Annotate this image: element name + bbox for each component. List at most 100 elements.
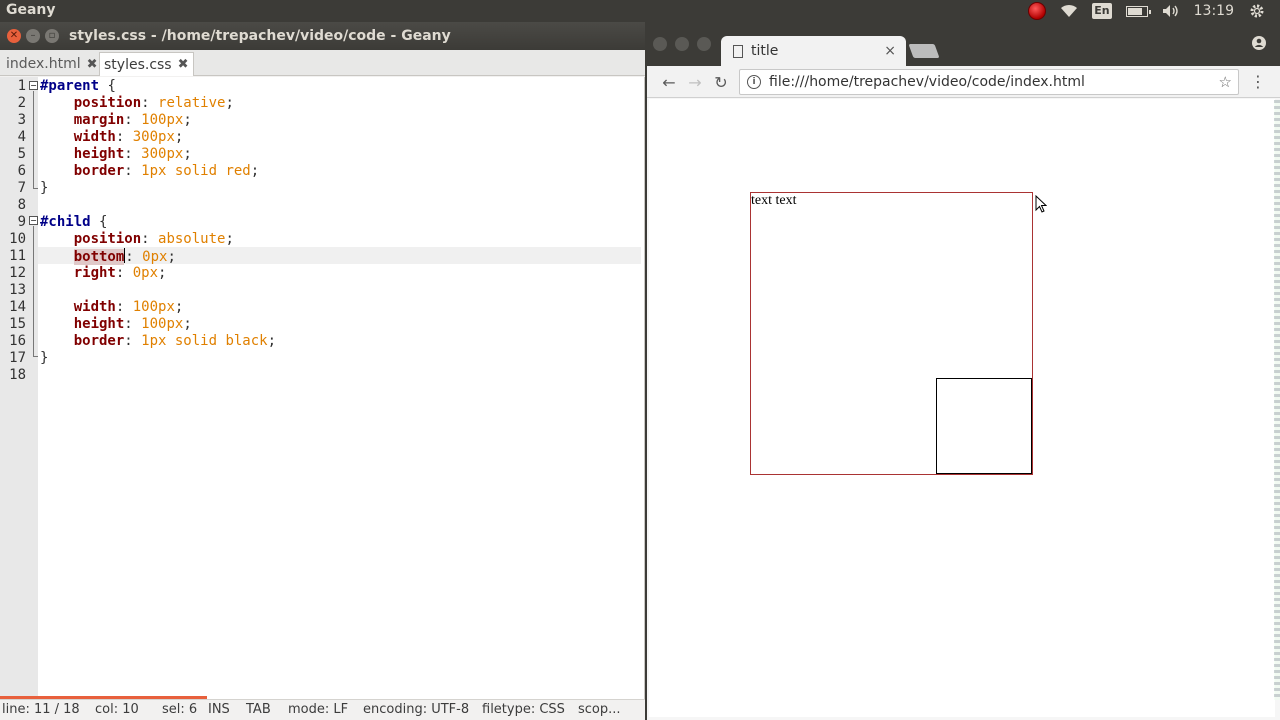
- line-number: 13: [9, 282, 26, 298]
- close-window-button[interactable]: ✕: [7, 29, 21, 43]
- fold-guide: [33, 226, 34, 356]
- css-value: relative: [158, 95, 226, 111]
- tab-label: styles.css: [104, 56, 172, 73]
- code-line[interactable]: #child {: [40, 214, 107, 231]
- close-window-button[interactable]: [653, 37, 667, 51]
- maximize-window-button[interactable]: [697, 37, 711, 51]
- code-line[interactable]: height: 100px;: [40, 316, 192, 333]
- status-scope: scop...: [578, 702, 621, 717]
- status-filetype: filetype: CSS: [482, 702, 565, 717]
- code-line[interactable]: margin: 100px;: [40, 112, 192, 129]
- status-sel: sel: 6: [162, 702, 198, 717]
- close-tab-icon[interactable]: ✖: [87, 57, 98, 72]
- css-punctuation: }: [40, 180, 49, 196]
- address-bar-url: file:///home/trepachev/video/code/index.…: [769, 74, 1085, 90]
- css-selector: #child: [40, 214, 91, 230]
- volume-icon[interactable]: [1162, 2, 1180, 20]
- status-mode: mode: LF: [288, 702, 349, 717]
- code-line[interactable]: width: 100px;: [40, 299, 184, 316]
- line-number: 4: [17, 129, 26, 145]
- battery-icon[interactable]: [1125, 5, 1151, 17]
- code-line[interactable]: }: [40, 180, 48, 197]
- line-number: 10: [9, 231, 26, 247]
- line-number: 1: [17, 78, 26, 94]
- code-line[interactable]: position: absolute;: [40, 231, 234, 248]
- minimize-window-button[interactable]: [675, 37, 689, 51]
- new-tab-button[interactable]: [908, 44, 940, 58]
- line-number: 11: [9, 248, 26, 264]
- line-number: 18: [9, 367, 26, 383]
- code-line[interactable]: #parent {: [40, 78, 116, 95]
- css-property: width: [73, 299, 116, 315]
- fold-toggle-icon[interactable]: −: [29, 216, 38, 225]
- css-value: 100px: [132, 299, 175, 315]
- line-number: 17: [9, 350, 26, 366]
- bookmark-star-icon[interactable]: ☆: [1219, 73, 1232, 91]
- css-property: border: [73, 333, 125, 349]
- code-line[interactable]: }: [40, 350, 48, 367]
- gear-icon[interactable]: [1248, 2, 1266, 20]
- profile-icon[interactable]: [1252, 36, 1266, 50]
- status-encoding: encoding: UTF-8: [363, 702, 470, 717]
- page-viewport[interactable]: text text: [649, 99, 1275, 717]
- line-number: 7: [17, 180, 26, 196]
- keyboard-layout-indicator[interactable]: En: [1092, 3, 1112, 19]
- browser-toolbar: ← → ↻ i file:///home/trepachev/video/cod…: [647, 66, 1280, 98]
- line-number: 9: [17, 214, 26, 230]
- css-property: right: [73, 265, 116, 281]
- css-punctuation: {: [90, 214, 108, 230]
- code-line[interactable]: right: 0px;: [40, 265, 167, 282]
- wifi-icon[interactable]: [1060, 2, 1078, 20]
- app-name: Geany: [6, 2, 56, 18]
- browser-menu-icon[interactable]: ⋮: [1250, 72, 1266, 91]
- progress-bar: [0, 696, 207, 699]
- code-line[interactable]: width: 300px;: [40, 129, 184, 146]
- minimize-window-button[interactable]: –: [26, 29, 40, 43]
- back-icon[interactable]: ←: [658, 71, 680, 93]
- css-punctuation: {: [99, 78, 116, 94]
- tab-index-html[interactable]: index.html ✖: [2, 52, 102, 76]
- css-value: 300px: [141, 146, 184, 162]
- system-tray: En 13:19: [1028, 0, 1280, 22]
- css-value: 1px solid black: [141, 333, 268, 349]
- close-tab-icon[interactable]: ✖: [178, 57, 189, 72]
- fold-toggle-icon[interactable]: −: [29, 81, 38, 90]
- css-value: 0px: [132, 265, 159, 281]
- line-number: 12: [9, 265, 26, 281]
- status-ins: INS: [208, 702, 230, 717]
- geany-titlebar[interactable]: ✕ – ▫ styles.css - /home/trepachev/video…: [0, 22, 645, 50]
- css-value: 1px solid red: [141, 163, 251, 179]
- tab-label: index.html: [6, 56, 81, 72]
- info-icon[interactable]: i: [747, 75, 761, 89]
- status-bar: line: 11 / 18 col: 10 sel: 6 INS TAB mod…: [0, 696, 645, 720]
- record-icon[interactable]: [1028, 2, 1047, 20]
- css-value: absolute: [158, 231, 226, 247]
- code-line[interactable]: border: 1px solid black;: [40, 333, 276, 350]
- close-tab-icon[interactable]: ×: [884, 43, 896, 59]
- address-bar[interactable]: i file:///home/trepachev/video/code/inde…: [739, 69, 1239, 95]
- parent-text: text text: [751, 193, 797, 208]
- child-box: [936, 378, 1032, 474]
- parent-box: text text: [750, 192, 1033, 475]
- code-line[interactable]: position: relative;: [40, 95, 234, 112]
- clock[interactable]: 13:19: [1194, 3, 1234, 19]
- fold-guide: [33, 91, 34, 189]
- document-icon: [733, 44, 743, 58]
- line-number: 14: [9, 299, 26, 315]
- reload-icon[interactable]: ↻: [710, 71, 732, 93]
- browser-tab[interactable]: title ×: [721, 36, 906, 66]
- tab-styles-css[interactable]: styles.css ✖: [99, 52, 194, 76]
- line-number: 15: [9, 316, 26, 332]
- code-editor[interactable]: − − 1 2 3 4 5 6 7 8 9 10 11 12 13 14 15 …: [0, 77, 645, 699]
- line-number: 16: [9, 333, 26, 349]
- code-line[interactable]: height: 300px;: [40, 146, 192, 163]
- status-line: line: 11 / 18: [2, 702, 80, 717]
- forward-icon[interactable]: →: [684, 71, 706, 93]
- code-line-current[interactable]: bottom: 0px;: [40, 248, 176, 265]
- code-line[interactable]: border: 1px solid red;: [40, 163, 259, 180]
- maximize-window-button[interactable]: ▫: [45, 29, 59, 43]
- css-property: height: [73, 146, 125, 162]
- mouse-cursor-icon: [1035, 195, 1047, 213]
- line-number: 3: [17, 112, 26, 128]
- browser-window: title × ← → ↻ i file:///home/trepachev/v…: [647, 22, 1280, 720]
